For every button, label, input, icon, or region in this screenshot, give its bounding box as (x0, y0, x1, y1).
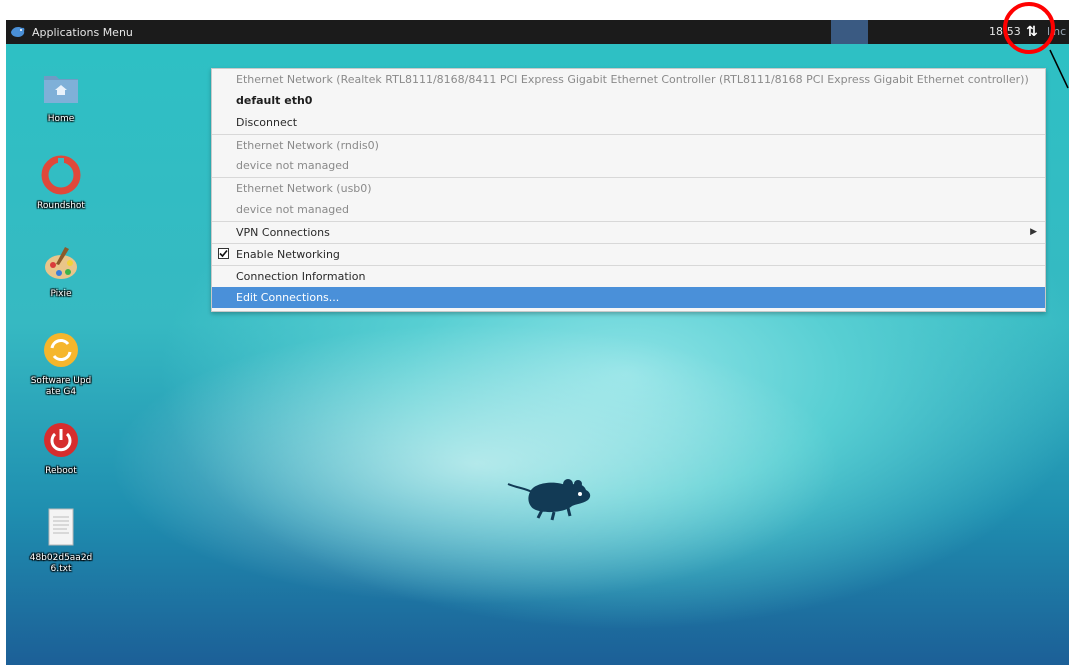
applications-menu-button[interactable]: Applications Menu (6, 20, 133, 44)
desktop-icon-label: Pixie (50, 289, 72, 299)
network-menu: Ethernet Network (Realtek RTL8111/8168/8… (211, 68, 1046, 312)
top-panel: Applications Menu 18:53 ⇅ linc (6, 20, 1069, 44)
desktop-icon-reboot[interactable]: Reboot (28, 420, 94, 477)
desktop-icon-pixie[interactable]: Pixie (28, 243, 94, 300)
text-file-icon (41, 507, 81, 547)
taskbar-window-button[interactable] (831, 20, 868, 44)
menu-item-vpn-connections[interactable]: VPN Connections ▶ (212, 221, 1045, 242)
menu-item-connection-information[interactable]: Connection Information (212, 265, 1045, 286)
checkbox-checked-icon[interactable] (218, 248, 229, 259)
desktop-icon-label: Roundshot (37, 201, 85, 211)
menu-item-enable-networking[interactable]: Enable Networking (212, 243, 1045, 264)
menu-item-rndis0-status: device not managed (236, 159, 350, 172)
desktop-icon-text-file[interactable]: 48b02d5aa2d6.txt (28, 507, 94, 575)
desktop-icon-label: Home (47, 114, 75, 124)
menu-item-default-eth0[interactable]: default eth0 (212, 90, 1045, 111)
applications-menu-label: Applications Menu (32, 25, 133, 39)
xfce-mouse-logo (506, 474, 596, 528)
screen: Home Roundshot Pixie Software Update G4 … (6, 20, 1069, 665)
menu-item-usb0-status: device not managed (236, 203, 350, 216)
xfce-logo-icon (10, 24, 26, 40)
software-update-icon (41, 330, 81, 370)
annotation-circle (1003, 2, 1055, 54)
submenu-arrow-icon: ▶ (1030, 227, 1037, 237)
desktop-icon-roundshot[interactable]: Roundshot (28, 155, 94, 212)
desktop[interactable]: Home Roundshot Pixie Software Update G4 … (6, 44, 1069, 665)
menu-item-edit-connections[interactable]: Edit Connections... (212, 287, 1045, 308)
desktop-icon-home[interactable]: Home (28, 68, 94, 125)
menu-item-ethernet-realtek: Ethernet Network (Realtek RTL8111/8168/8… (236, 73, 1029, 86)
desktop-icon-software-update[interactable]: Software Update G4 (28, 330, 94, 398)
desktop-icon-label: Software Update G4 (30, 376, 92, 397)
palette-icon (41, 243, 81, 283)
menu-item-disconnect[interactable]: Disconnect (212, 112, 1045, 133)
menu-item-ethernet-rndis0: Ethernet Network (rndis0) (212, 134, 1045, 155)
power-icon (41, 420, 81, 460)
roundshot-icon (41, 155, 81, 195)
desktop-icon-label: 48b02d5aa2d6.txt (29, 553, 93, 574)
menu-item-ethernet-usb0: Ethernet Network (usb0) (212, 177, 1045, 198)
home-folder-icon (41, 68, 81, 108)
desktop-icon-label: Reboot (45, 466, 77, 476)
